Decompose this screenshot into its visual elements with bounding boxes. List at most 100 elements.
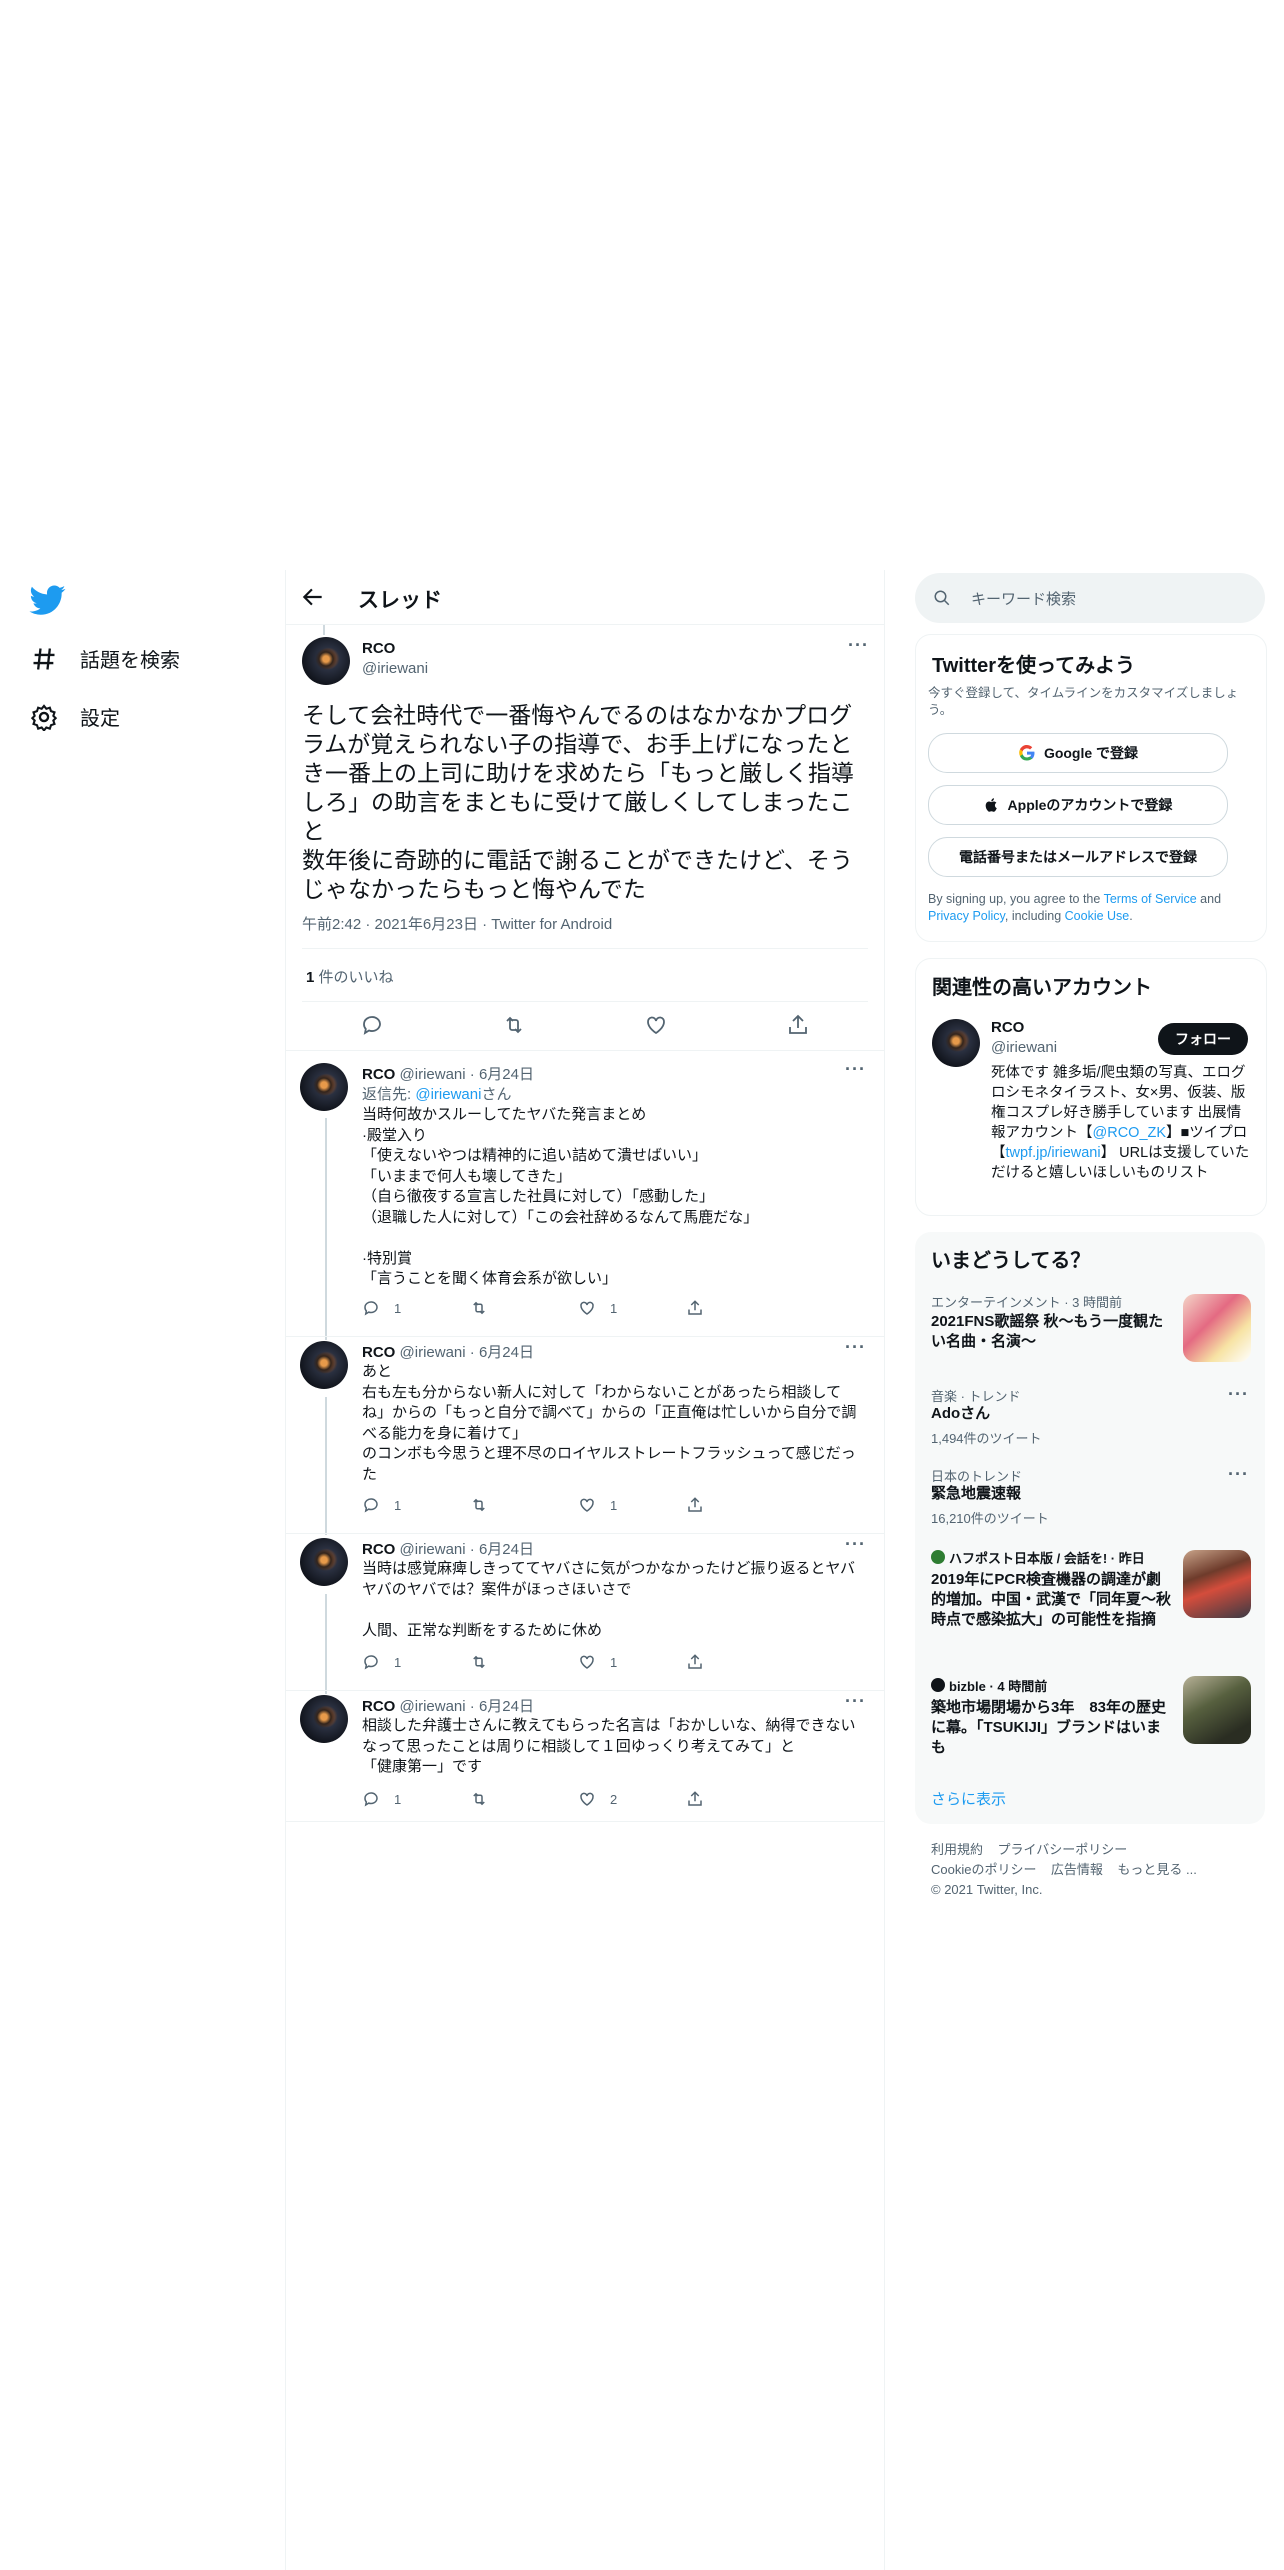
share-button[interactable]	[686, 1299, 794, 1317]
footer-cookie-link[interactable]: Cookieのポリシー	[931, 1862, 1036, 1877]
reply-button[interactable]: 1	[362, 1790, 470, 1808]
tweet-date[interactable]: · 6月24日	[470, 1698, 534, 1715]
tweet-date[interactable]: · 6月24日	[470, 1541, 534, 1558]
apple-signup-button[interactable]: Appleのアカウントで登録	[928, 785, 1228, 825]
nav-settings[interactable]: 設定	[30, 702, 120, 731]
avatar[interactable]	[932, 1019, 980, 1067]
share-icon	[688, 1654, 702, 1669]
google-signup-button[interactable]: Google で登録	[928, 733, 1228, 773]
avatar[interactable]	[300, 1538, 348, 1586]
tweet-time[interactable]: 午前2:42	[302, 916, 361, 933]
retweet-icon[interactable]	[502, 1013, 526, 1037]
trend-thumbnail	[1183, 1550, 1251, 1618]
search-input[interactable]: キーワード検索	[971, 588, 1076, 609]
footer-ads-link[interactable]: 広告情報	[1051, 1862, 1103, 1877]
reply-tweet[interactable]: RCO @iriewani · 6月24日 ··· 返信先: @iriewani…	[286, 1051, 884, 1337]
likes-label: 件のいいね	[314, 969, 394, 986]
avatar[interactable]	[300, 1695, 348, 1743]
reply-tweet[interactable]: RCO @iriewani · 6月24日 ··· 当時は感覚麻痺しきっててヤバ…	[286, 1534, 884, 1691]
like-icon	[580, 1792, 594, 1806]
trend-item[interactable]: 音楽 · トレンド Adoさん 1,494件のツイート ···	[915, 1384, 1265, 1454]
privacy-link[interactable]: Privacy Policy	[928, 909, 1005, 923]
footer-terms-link[interactable]: 利用規約	[931, 1842, 983, 1857]
reply-button[interactable]: 1	[362, 1653, 470, 1671]
avatar[interactable]	[300, 1063, 348, 1111]
reply-tweet[interactable]: RCO @iriewani · 6月24日 ··· あと 右も左も分からない新人…	[286, 1337, 884, 1534]
reply-icon	[364, 1498, 378, 1513]
author-handle[interactable]: @iriewani	[400, 1344, 466, 1361]
tweet-actions: 1 1	[362, 1299, 794, 1317]
back-arrow-icon[interactable]	[300, 584, 326, 610]
trend-item[interactable]: bizble · 4 時間前 築地市場閉場から3年 83年の歴史に幕。「TSUK…	[915, 1674, 1265, 1768]
author-name[interactable]: RCO	[362, 1066, 395, 1083]
bio-link-account[interactable]: @RCO_ZK	[1093, 1125, 1167, 1141]
reply-button[interactable]: 1	[362, 1299, 470, 1317]
related-name[interactable]: RCO	[991, 1019, 1024, 1036]
like-icon[interactable]	[644, 1013, 668, 1037]
more-options-icon[interactable]: ···	[1228, 1464, 1249, 1485]
author-name[interactable]: RCO	[362, 640, 395, 657]
avatar[interactable]	[302, 637, 350, 685]
author-handle[interactable]: @iriewani	[400, 1541, 466, 1558]
retweet-button[interactable]	[470, 1790, 578, 1808]
share-button[interactable]	[686, 1496, 794, 1514]
search-box[interactable]: キーワード検索	[915, 573, 1265, 623]
trend-category: ハフポスト日本版 / 会話を! · 昨日	[949, 1551, 1145, 1566]
author-name[interactable]: RCO	[362, 1344, 395, 1361]
reply-icon[interactable]	[360, 1013, 384, 1037]
tweet-source[interactable]: Twitter for Android	[491, 916, 612, 933]
bio-link-twpf[interactable]: twpf.jp/iriewani	[1006, 1145, 1101, 1161]
trend-item[interactable]: 日本のトレンド 緊急地震速報 16,210件のツイート ···	[915, 1464, 1265, 1534]
like-button[interactable]: 1	[578, 1653, 686, 1671]
reply-tweet[interactable]: RCO @iriewani · 6月24日 ··· 相談した弁護士さんに教えても…	[286, 1691, 884, 1822]
author-name[interactable]: RCO	[362, 1698, 395, 1715]
twitter-logo-icon[interactable]	[28, 582, 68, 618]
reply-icon	[364, 1301, 378, 1316]
trend-title: 築地市場閉場から3年 83年の歴史に幕。「TSUKIJI」ブランドはいまも	[931, 1699, 1167, 1756]
nav-explore[interactable]: 話題を検索	[30, 644, 180, 673]
like-button[interactable]: 1	[578, 1496, 686, 1514]
terms-link[interactable]: Terms of Service	[1104, 892, 1197, 906]
tweet-date[interactable]: · 6月24日	[470, 1066, 534, 1083]
share-button[interactable]	[686, 1653, 794, 1671]
more-options-icon[interactable]: ···	[845, 1337, 866, 1358]
share-icon[interactable]	[786, 1013, 810, 1037]
reply-to-handle[interactable]: @iriewani	[415, 1086, 481, 1103]
like-button[interactable]: 2	[578, 1790, 686, 1808]
retweet-icon	[473, 1655, 485, 1669]
more-options-icon[interactable]: ···	[845, 1059, 866, 1080]
like-icon	[580, 1498, 594, 1512]
related-handle[interactable]: @iriewani	[991, 1039, 1057, 1056]
more-options-icon[interactable]: ···	[848, 635, 869, 656]
more-options-icon[interactable]: ···	[1228, 1384, 1249, 1405]
tweet-text: 相談した弁護士さんに教えてもらった名言は「おかしいな、納得できないなって思ったこ…	[362, 1717, 856, 1775]
likes-count-link[interactable]: 1 件のいいね	[306, 966, 394, 987]
author-name[interactable]: RCO	[362, 1541, 395, 1558]
author-handle[interactable]: @iriewani	[400, 1698, 466, 1715]
tweet-actions: 1 1	[362, 1653, 794, 1671]
retweet-button[interactable]	[470, 1496, 578, 1514]
more-options-icon[interactable]: ···	[845, 1534, 866, 1555]
phone-email-signup-label: 電話番号またはメールアドレスで登録	[959, 849, 1197, 865]
trend-item[interactable]: ハフポスト日本版 / 会話を! · 昨日 2019年にPCR検査機器の調達が劇的…	[915, 1546, 1265, 1662]
main-tweet: RCO @iriewani ··· そして会社時代で一番悔やんでるのはなかなかプ…	[286, 625, 884, 1050]
more-options-icon[interactable]: ···	[845, 1691, 866, 1712]
tweet-date[interactable]: 2021年6月23日	[375, 916, 478, 933]
author-handle[interactable]: @iriewani	[362, 660, 428, 677]
retweet-button[interactable]	[470, 1653, 578, 1671]
avatar[interactable]	[300, 1341, 348, 1389]
reply-button[interactable]: 1	[362, 1496, 470, 1514]
share-button[interactable]	[686, 1790, 794, 1808]
tweet-date[interactable]: · 6月24日	[470, 1344, 534, 1361]
cookie-link[interactable]: Cookie Use	[1065, 909, 1130, 923]
follow-button[interactable]: フォロー	[1158, 1023, 1248, 1055]
like-button[interactable]: 1	[578, 1299, 686, 1317]
trend-item[interactable]: エンターテインメント · 3 時間前 2021FNS歌謡祭 秋～もう一度観たい名…	[915, 1290, 1265, 1374]
author-handle[interactable]: @iriewani	[400, 1066, 466, 1083]
trend-count: 1,494件のツイート	[931, 1431, 1042, 1446]
show-more-link[interactable]: さらに表示	[931, 1788, 1006, 1809]
footer-more-link[interactable]: もっと見る ...	[1117, 1862, 1196, 1877]
retweet-button[interactable]	[470, 1299, 578, 1317]
footer-privacy-link[interactable]: プライバシーポリシー	[997, 1842, 1127, 1857]
phone-email-signup-button[interactable]: 電話番号またはメールアドレスで登録	[928, 837, 1228, 877]
